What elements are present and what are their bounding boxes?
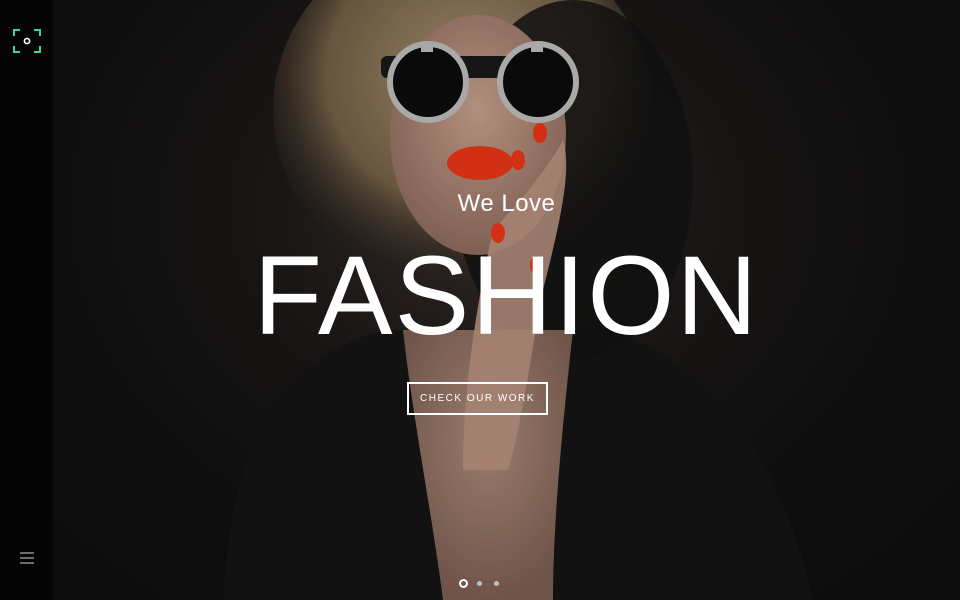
slider-pagination bbox=[459, 579, 509, 589]
sidebar bbox=[0, 0, 53, 600]
hero-title: FASHION bbox=[253, 233, 760, 358]
check-our-work-button[interactable]: CHECK OUR WORK bbox=[407, 382, 548, 415]
camera-focus-icon bbox=[13, 29, 41, 53]
hero-section: We Love FASHION CHECK OUR WORK bbox=[53, 0, 960, 600]
menu-button[interactable] bbox=[19, 551, 35, 565]
logo[interactable] bbox=[13, 29, 41, 53]
slider-dot-1[interactable] bbox=[459, 579, 468, 588]
slider-dot-3[interactable] bbox=[494, 581, 499, 586]
hero-subtitle: We Love bbox=[457, 190, 556, 217]
hamburger-menu-icon bbox=[20, 552, 34, 564]
slider-dot-2[interactable] bbox=[477, 581, 482, 586]
